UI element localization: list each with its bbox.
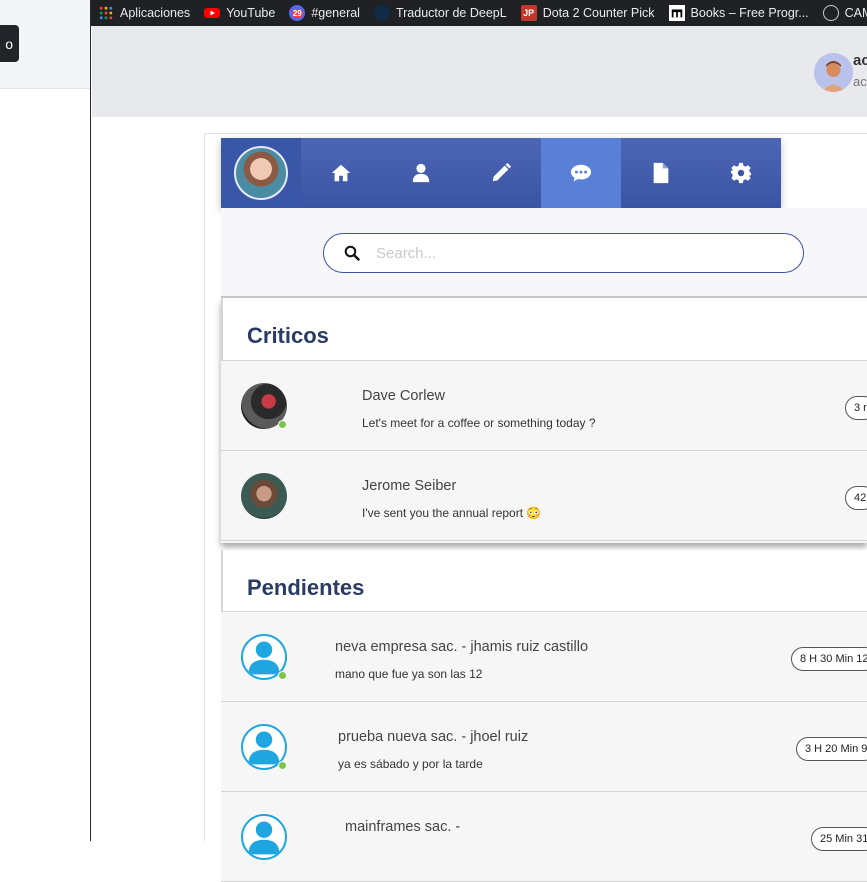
contact-avatar bbox=[241, 473, 287, 519]
apps-grid-icon bbox=[98, 5, 114, 21]
bookmarks-bar: Aplicaciones YouTube 29 #general Traduct… bbox=[91, 0, 867, 26]
last-message: Let's meet for a coffee or something tod… bbox=[362, 416, 596, 430]
section-pendientes: Pendientes neva empresa sac. - jhamis ru… bbox=[221, 550, 867, 882]
search-input[interactable] bbox=[376, 244, 776, 262]
bookmark-general[interactable]: 29 #general bbox=[282, 0, 367, 26]
bookmark-label: Books – Free Progr... bbox=[690, 6, 809, 20]
pencil-icon bbox=[492, 162, 512, 182]
user-avatar[interactable] bbox=[814, 53, 853, 92]
contact-name: prueba nueva sac. - jhoel ruiz bbox=[338, 729, 529, 745]
discord-icon: 29 bbox=[289, 5, 306, 21]
app-header: ac ac bbox=[92, 26, 867, 117]
section-header: Pendientes bbox=[221, 550, 867, 612]
left-sidebar: o bbox=[0, 0, 91, 841]
bookmark-label: Traductor de DeepL bbox=[395, 6, 507, 20]
chat-row[interactable]: prueba nueva sac. - jhoel ruiz ya es sáb… bbox=[221, 702, 867, 792]
bookmark-label: Dota 2 Counter Pick bbox=[542, 6, 655, 20]
bookmark-apps[interactable]: Aplicaciones bbox=[91, 0, 197, 26]
user-role: ac bbox=[853, 74, 867, 89]
contact-avatar bbox=[241, 814, 287, 860]
time-badge: 42 bbox=[845, 486, 867, 510]
time-badge: 25 Min 31 bbox=[811, 827, 867, 851]
online-status-dot bbox=[278, 671, 287, 680]
online-status-dot bbox=[278, 761, 287, 770]
dota-icon: JP bbox=[520, 5, 537, 21]
contact-name: mainframes sac. - bbox=[345, 819, 461, 835]
section-header: Criticos bbox=[221, 298, 867, 361]
section-criticos: Criticos Dave Corlew Let's meet for a co… bbox=[221, 298, 867, 543]
contact-name: Dave Corlew bbox=[362, 388, 445, 404]
chat-nav bbox=[221, 138, 781, 208]
last-message: I've sent you the annual report 😳 bbox=[362, 506, 542, 520]
time-badge: 3 H 20 Min 9 bbox=[796, 737, 867, 761]
books-icon bbox=[668, 5, 685, 21]
user-icon bbox=[412, 163, 430, 183]
nav-profile[interactable] bbox=[381, 138, 461, 208]
user-name: ac bbox=[853, 52, 867, 69]
user-placeholder-icon bbox=[248, 821, 280, 855]
document-icon bbox=[653, 162, 669, 184]
time-badge: 8 H 30 Min 12 bbox=[791, 647, 867, 671]
last-message: ya es sábado y por la tarde bbox=[338, 757, 483, 771]
cam-icon bbox=[822, 5, 839, 21]
chat-row[interactable]: mainframes sac. - 25 Min 31 bbox=[221, 792, 867, 882]
section-title: Pendientes bbox=[247, 574, 365, 600]
home-icon bbox=[331, 164, 351, 182]
sidebar-toggle-button[interactable]: o bbox=[0, 25, 19, 62]
bookmark-deepl[interactable]: Traductor de DeepL bbox=[367, 0, 514, 26]
deepl-icon bbox=[373, 5, 390, 21]
chat-row[interactable]: Dave Corlew Let's meet for a coffee or s… bbox=[221, 361, 867, 451]
chat-row[interactable]: Jerome Seiber I've sent you the annual r… bbox=[221, 451, 867, 541]
bookmark-label: #general bbox=[311, 6, 360, 20]
online-status-dot bbox=[278, 420, 287, 429]
nav-documents[interactable] bbox=[621, 138, 701, 208]
bookmark-label: YouTube bbox=[226, 6, 276, 20]
left-sidebar-header: o bbox=[0, 0, 90, 89]
bookmark-dota[interactable]: JP Dota 2 Counter Pick bbox=[514, 0, 662, 26]
contact-name: neva empresa sac. - jhamis ruiz castillo bbox=[335, 639, 589, 655]
chat-row[interactable]: neva empresa sac. - jhamis ruiz castillo… bbox=[221, 612, 867, 702]
bookmark-youtube[interactable]: YouTube bbox=[197, 0, 282, 26]
gear-icon bbox=[730, 162, 752, 184]
profile-avatar[interactable] bbox=[221, 138, 301, 208]
search-icon bbox=[344, 245, 360, 261]
section-title: Criticos bbox=[247, 323, 329, 348]
nav-chat[interactable] bbox=[541, 138, 621, 208]
nav-settings[interactable] bbox=[701, 138, 781, 208]
bookmark-books[interactable]: Books – Free Progr... bbox=[662, 0, 816, 26]
nav-edit[interactable] bbox=[461, 138, 541, 208]
last-message: mano que fue ya son las 12 bbox=[335, 667, 483, 681]
search-panel bbox=[221, 208, 867, 298]
youtube-icon bbox=[204, 5, 221, 21]
chat-icon bbox=[570, 164, 592, 182]
time-badge: 3 r bbox=[845, 396, 867, 420]
contact-name: Jerome Seiber bbox=[362, 478, 457, 494]
search-box[interactable] bbox=[323, 233, 804, 273]
nav-home[interactable] bbox=[301, 138, 381, 208]
bookmark-label: Aplicaciones bbox=[120, 6, 191, 20]
notification-badge: 29 bbox=[291, 8, 303, 18]
bookmark-label: CAM bbox=[844, 6, 867, 20]
bookmark-cam[interactable]: CAM bbox=[816, 0, 867, 26]
